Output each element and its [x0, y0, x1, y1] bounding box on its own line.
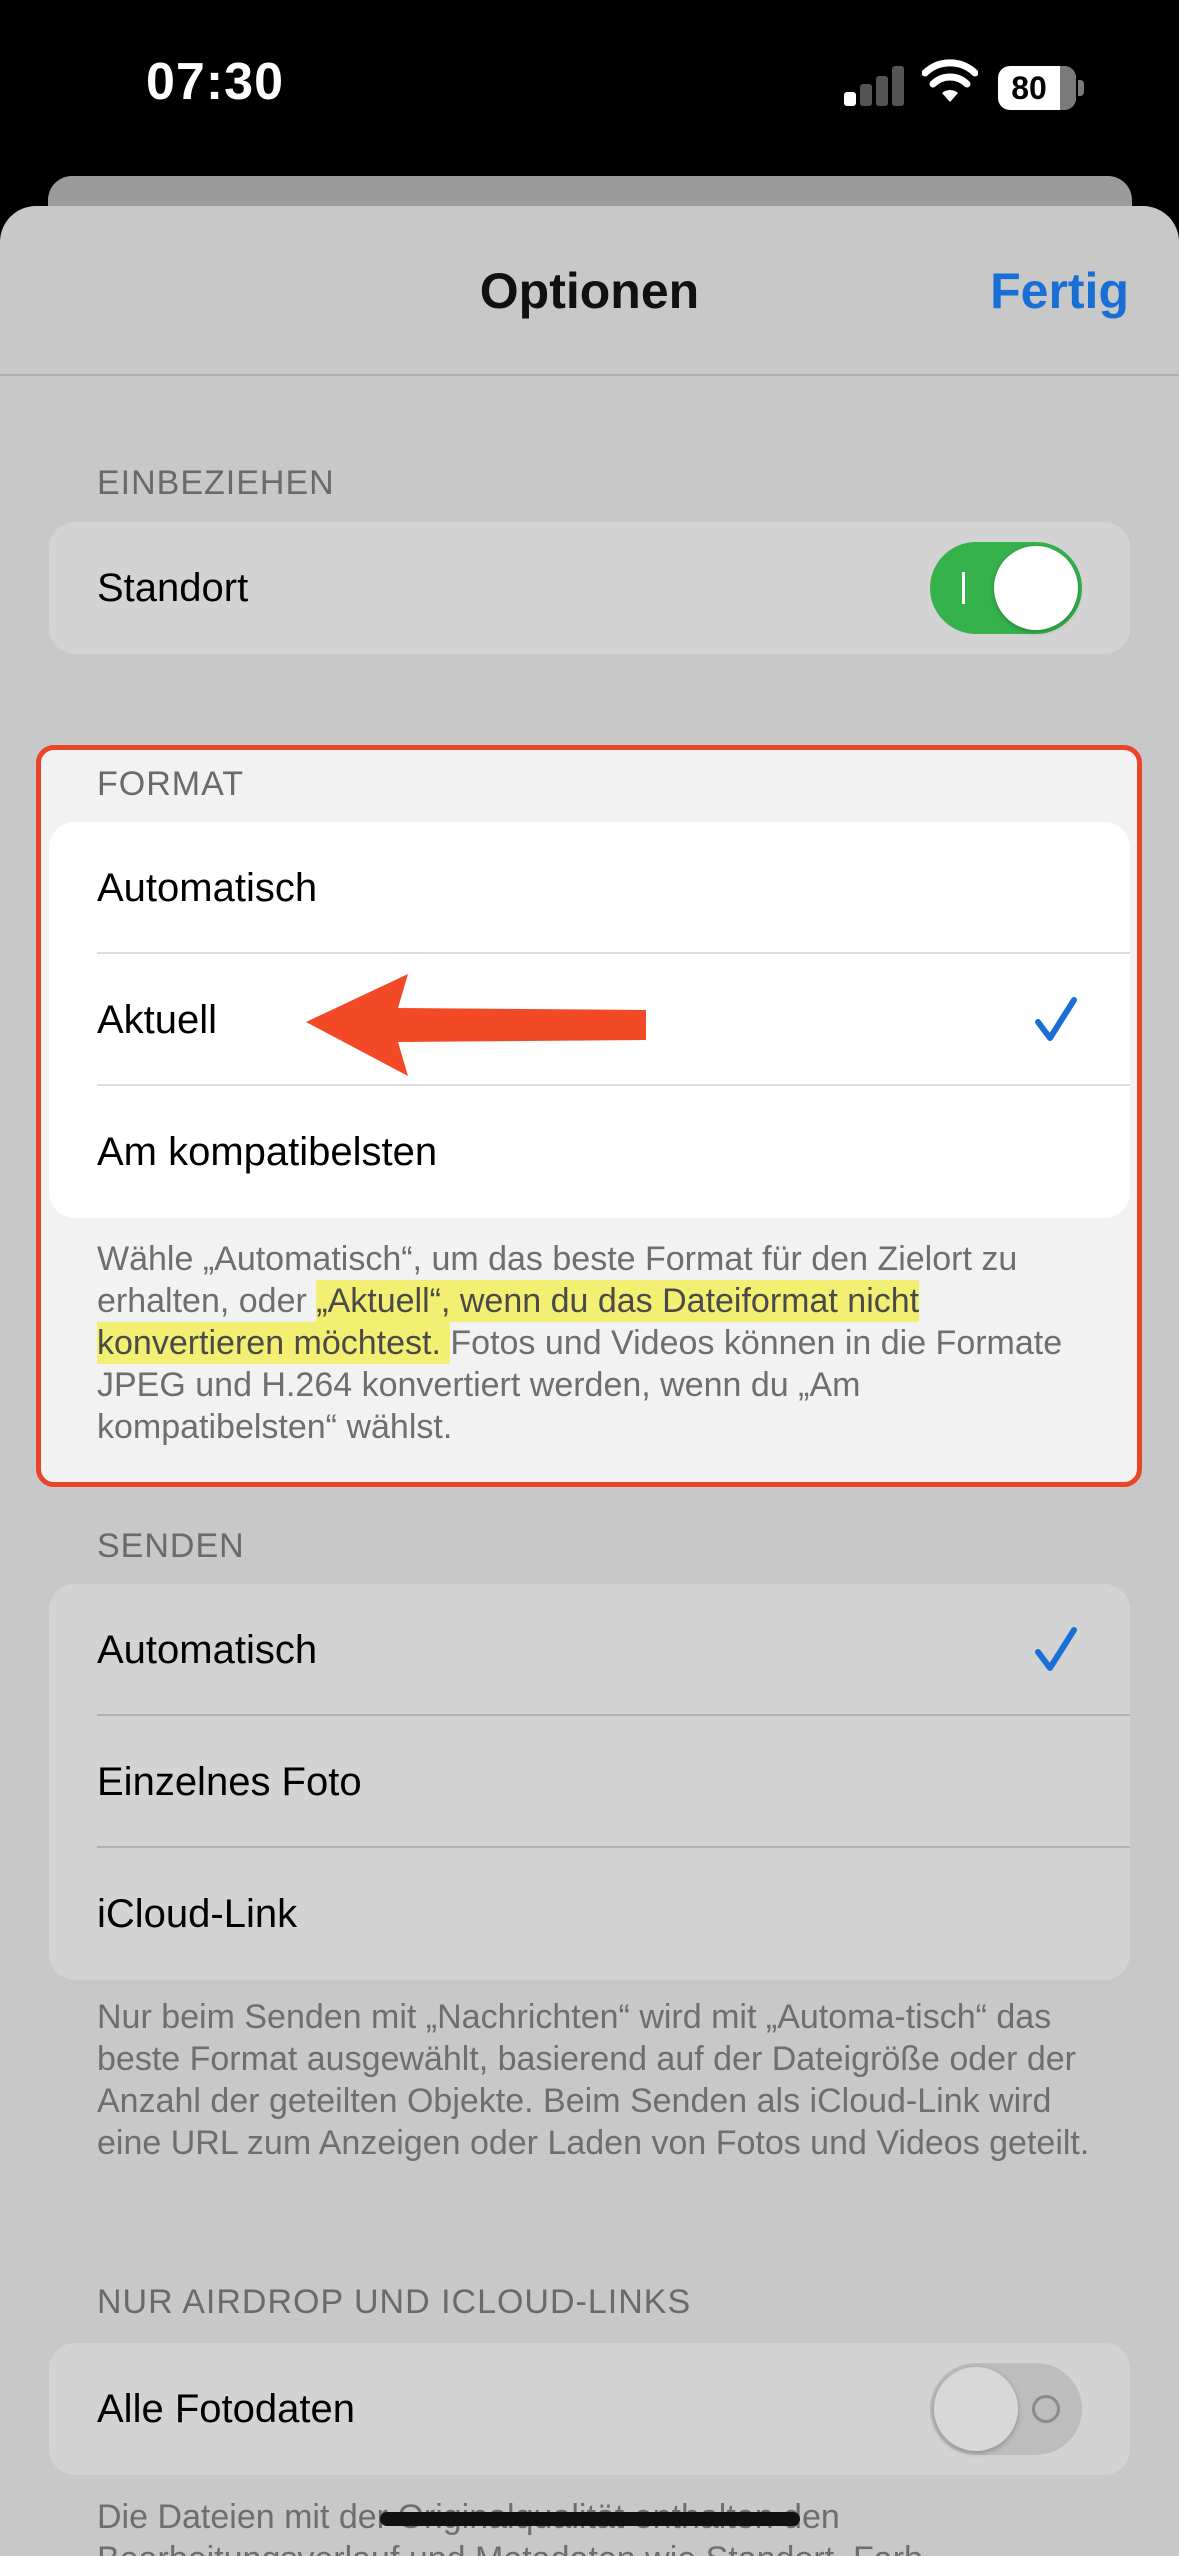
- format-option-label: Automatisch: [97, 866, 318, 910]
- format-option-most-compatible[interactable]: Am kompatibelsten: [49, 1086, 1130, 1218]
- send-footnote: Nur beim Senden mit „Nachrichten“ wird m…: [97, 1998, 1090, 2162]
- all-photo-data-label: Alle Fotodaten: [97, 2387, 355, 2431]
- format-option-label: Aktuell: [97, 998, 218, 1042]
- red-left-arrow-icon: [306, 974, 646, 1076]
- location-row[interactable]: Standort: [49, 522, 1130, 654]
- location-toggle[interactable]: [930, 542, 1082, 634]
- format-option-label: Am kompatibelsten: [97, 1130, 438, 1174]
- status-bar: 07:30 80: [0, 0, 1179, 180]
- send-option-label: iCloud-Link: [97, 1892, 298, 1936]
- cellular-signal-icon: [844, 64, 906, 106]
- section-header-format: FORMAT: [97, 765, 245, 803]
- checkmark-icon: [1035, 1627, 1077, 1671]
- section-header-include: EINBEZIEHEN: [97, 464, 335, 502]
- include-group: Standort: [49, 522, 1130, 654]
- format-footnote: Wähle „Automatisch“, um das beste Format…: [97, 1238, 1097, 1448]
- home-indicator: [380, 2512, 800, 2526]
- airdrop-group: Alle Fotodaten: [49, 2343, 1130, 2475]
- send-option-label: Einzelnes Foto: [97, 1760, 362, 1804]
- send-group: Automatisch Einzelnes Foto iCloud-Link: [49, 1584, 1130, 1980]
- section-header-send: SENDEN: [97, 1527, 245, 1565]
- wifi-icon: [922, 59, 978, 102]
- send-option-single-photo[interactable]: Einzelnes Foto: [49, 1716, 1130, 1848]
- send-option-automatic[interactable]: Automatisch: [49, 1584, 1130, 1716]
- send-option-label: Automatisch: [97, 1628, 318, 1672]
- format-option-automatic[interactable]: Automatisch: [49, 822, 1130, 954]
- nav-divider: [0, 374, 1179, 376]
- section-header-airdrop: NUR AIRDROP UND ICLOUD-LINKS: [97, 2283, 692, 2321]
- done-button[interactable]: Fertig: [990, 262, 1129, 320]
- airdrop-footnote: Die Dateien mit der Originalqualität ent…: [97, 2498, 923, 2556]
- send-option-icloud-link[interactable]: iCloud-Link: [49, 1848, 1130, 1980]
- battery-icon: 80: [998, 66, 1076, 110]
- location-label: Standort: [97, 566, 249, 610]
- battery-level: 80: [1011, 70, 1047, 106]
- status-time: 07:30: [146, 53, 284, 111]
- all-photo-data-row[interactable]: Alle Fotodaten: [49, 2343, 1130, 2475]
- all-photo-data-toggle[interactable]: [930, 2363, 1082, 2455]
- checkmark-icon: [1035, 997, 1077, 1041]
